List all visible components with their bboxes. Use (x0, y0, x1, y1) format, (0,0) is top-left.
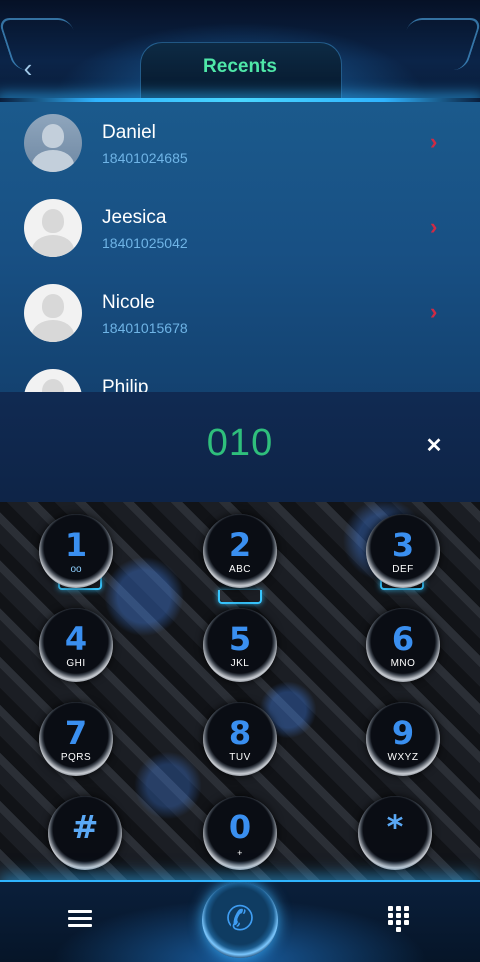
key-8[interactable]: 8 TUV (203, 702, 277, 776)
key-letters: ABC (228, 564, 252, 575)
key-hash[interactable]: # (48, 796, 122, 870)
avatar-shoulders (32, 150, 74, 172)
contact-name: Daniel (102, 122, 156, 143)
dialed-number-field[interactable]: 010 (140, 422, 340, 465)
bottom-action-bar: ✆ (0, 880, 480, 962)
key-digit: 6 (391, 620, 415, 658)
key-digit: 2 (228, 526, 252, 564)
key-letters: JKL (230, 658, 250, 669)
menu-icon (68, 924, 92, 927)
key-letters: PQRS (60, 752, 92, 763)
key-7[interactable]: 7 PQRS (39, 702, 113, 776)
key-digit: # (71, 808, 99, 846)
recent-contact-row[interactable]: Jeesica 18401025042 › (0, 187, 480, 272)
avatar-head (42, 124, 64, 148)
dialpad-icon (396, 927, 401, 932)
key-1[interactable]: 1 oo (39, 514, 113, 588)
dial-keypad: 1 oo 2 ABC 3 DEF 4 GHI 5 JKL 6 MNO 7 PQR… (0, 502, 480, 880)
dialpad-icon (404, 913, 409, 918)
key-digit: * (386, 808, 404, 846)
key-0[interactable]: 0 + (203, 796, 277, 870)
key-digit: 5 (228, 620, 252, 658)
menu-icon (68, 917, 92, 920)
dialpad-icon (396, 913, 401, 918)
key-digit: 8 (228, 714, 252, 752)
contact-name: Jeesica (102, 207, 167, 228)
key-digit: 7 (64, 714, 88, 752)
key-digit: 0 (228, 808, 252, 846)
recent-contact-row[interactable]: Daniel 18401024685 › (0, 102, 480, 187)
avatar (24, 114, 82, 172)
key-letters: + (237, 848, 243, 858)
avatar-head (42, 209, 64, 233)
dialpad-icon (396, 906, 401, 911)
key-letters: TUV (229, 752, 251, 763)
contact-name: Nicole (102, 292, 155, 313)
chevron-right-icon[interactable]: › (430, 131, 442, 153)
app-header: ‹ Recents (0, 0, 480, 102)
voicemail-icon: oo (70, 564, 82, 575)
key-letters: DEF (392, 564, 414, 575)
avatar-shoulders (32, 235, 74, 257)
key-4[interactable]: 4 GHI (39, 608, 113, 682)
dialpad-toggle-button[interactable] (388, 906, 412, 932)
close-icon: ✕ (425, 435, 443, 457)
dialpad-icon (388, 913, 393, 918)
key-digit: 4 (64, 620, 88, 658)
header-decoration-right (393, 18, 480, 70)
dialpad-icon (404, 906, 409, 911)
menu-icon (68, 910, 92, 913)
key-star[interactable]: * (358, 796, 432, 870)
avatar (24, 284, 82, 342)
menu-button[interactable] (68, 908, 92, 930)
header-decoration-left (0, 18, 87, 70)
avatar-head (42, 294, 64, 318)
key-letters: GHI (66, 658, 86, 669)
back-button[interactable]: ‹ (18, 53, 38, 83)
dialpad-icon (396, 920, 401, 925)
avatar (24, 199, 82, 257)
avatar-shoulders (32, 320, 74, 342)
key-9[interactable]: 9 WXYZ (366, 702, 440, 776)
recents-list[interactable]: Daniel 18401024685 › Jeesica 18401025042… (0, 102, 480, 400)
key-digit: 3 (391, 526, 415, 564)
dial-input-bar: 010 ✕ (0, 392, 480, 503)
page-title: Recents (203, 56, 277, 77)
recent-contact-row[interactable]: Nicole 18401015678 › (0, 272, 480, 357)
chevron-left-icon: ‹ (23, 53, 33, 83)
key-5[interactable]: 5 JKL (203, 608, 277, 682)
key-2[interactable]: 2 ABC (203, 514, 277, 588)
chevron-right-icon[interactable]: › (430, 216, 442, 238)
phone-icon: ✆ (225, 900, 255, 938)
dialpad-icon (404, 920, 409, 925)
chevron-right-icon[interactable]: › (430, 301, 442, 323)
key-letters: WXYZ (387, 752, 419, 763)
contact-number: 18401024685 (102, 150, 188, 166)
decor-bracket (218, 590, 262, 604)
clear-button[interactable]: ✕ (424, 436, 444, 456)
dialpad-icon (388, 920, 393, 925)
call-button[interactable]: ✆ (202, 882, 278, 958)
key-6[interactable]: 6 MNO (366, 608, 440, 682)
contact-number: 18401015678 (102, 320, 188, 336)
contact-number: 18401025042 (102, 235, 188, 251)
key-3[interactable]: 3 DEF (366, 514, 440, 588)
dialpad-icon (388, 906, 393, 911)
key-letters: MNO (390, 658, 416, 669)
key-digit: 1 (64, 526, 88, 564)
key-digit: 9 (391, 714, 415, 752)
